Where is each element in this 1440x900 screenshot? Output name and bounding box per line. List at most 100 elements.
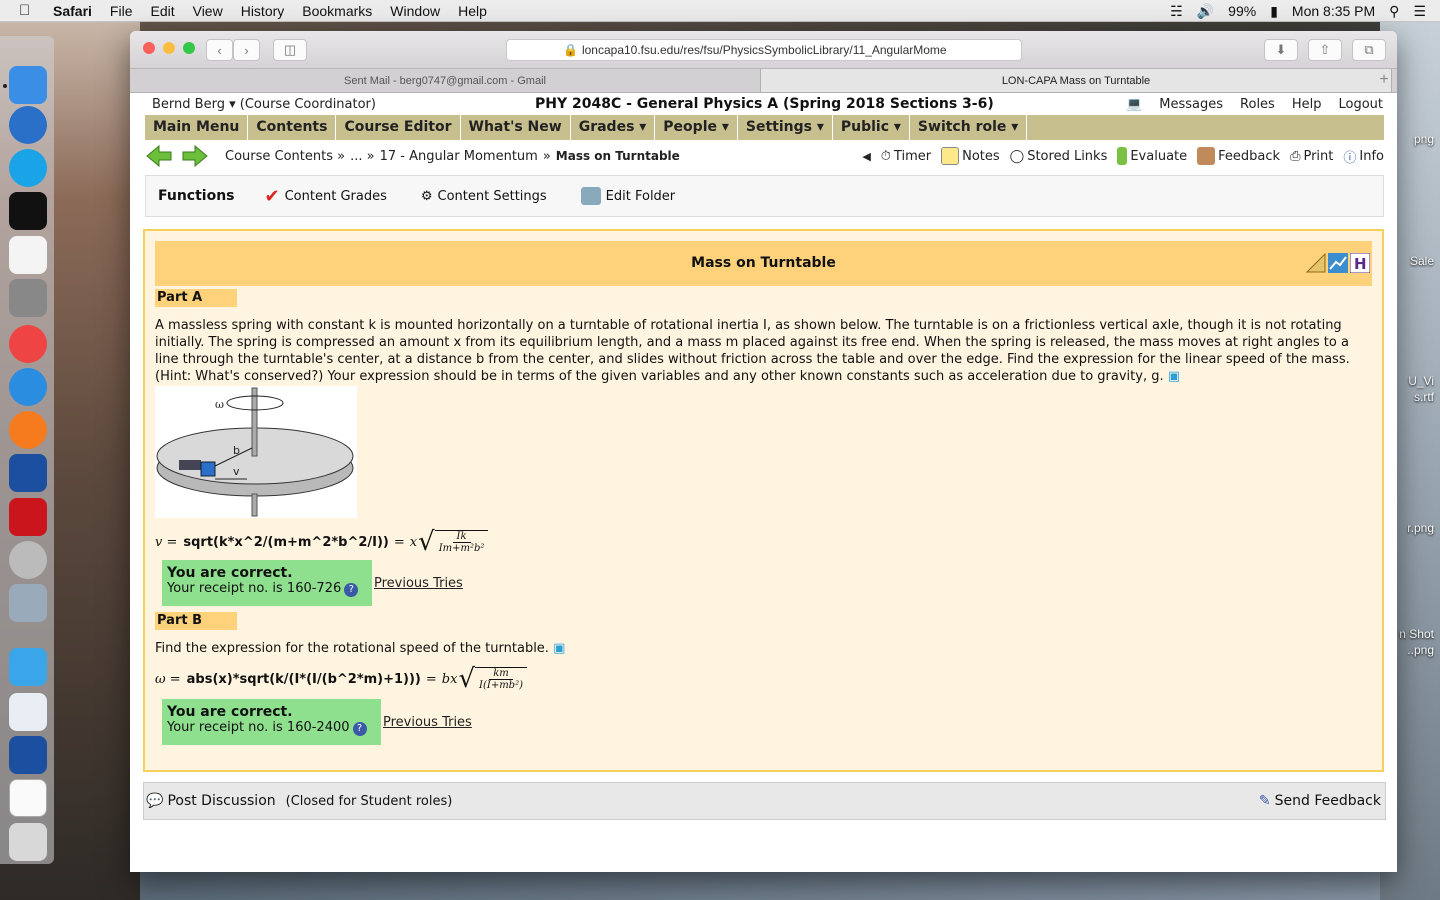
desktop-file-label[interactable]: n Shot [1399, 627, 1434, 641]
hint-h-icon[interactable]: H [1350, 253, 1370, 273]
menu-view[interactable]: View [193, 3, 223, 19]
battery-percent[interactable]: 99% [1228, 3, 1256, 19]
link-logout[interactable]: Logout [1338, 97, 1383, 112]
volume-icon[interactable]: 🔊 [1197, 3, 1214, 20]
chrome-icon[interactable] [9, 325, 47, 363]
minimize-window-button[interactable] [163, 42, 175, 54]
desktop-file-label[interactable]: s.rtf [1414, 390, 1434, 404]
address-bar[interactable]: 🔒 loncapa10.fsu.edu/res/fsu/PhysicsSymbo… [506, 39, 1022, 61]
back-button[interactable]: ‹ [206, 39, 233, 61]
wifi-icon[interactable]: ☵ [1170, 3, 1183, 20]
tool-timer[interactable]: ⏱ Timer [881, 149, 931, 164]
text-file-icon[interactable] [9, 779, 47, 817]
next-resource-arrow-icon[interactable] [181, 145, 209, 167]
forward-button[interactable]: › [233, 39, 260, 61]
menu-main-menu[interactable]: Main Menu [145, 115, 249, 140]
menu-edit[interactable]: Edit [150, 3, 174, 19]
safari-icon[interactable] [9, 368, 47, 406]
tabs-overview-button[interactable]: ⧉ [1352, 39, 1386, 61]
help-question-icon[interactable]: ? [344, 583, 359, 597]
link-help[interactable]: Help [1292, 97, 1322, 112]
send-feedback-link[interactable]: ✎ Send Feedback [1259, 793, 1381, 809]
collapse-triangle-icon[interactable]: ◀ [862, 150, 870, 163]
acrobat-icon[interactable] [9, 498, 47, 536]
spotlight-icon[interactable]: ⚲ [1389, 3, 1399, 20]
tool-print[interactable]: ⎙ Print [1290, 149, 1333, 164]
calendar-doc-icon[interactable] [9, 736, 47, 774]
post-discussion-link[interactable]: Post Discussion [167, 793, 275, 809]
menu-switch-role[interactable]: Switch role ▾ [910, 115, 1028, 140]
link-messages[interactable]: Messages [1159, 97, 1223, 112]
chart-icon[interactable] [1328, 253, 1348, 273]
tab-gmail[interactable]: Sent Mail - berg0747@gmail.com - Gmail [130, 69, 761, 92]
checkmark-icon: ✔ [264, 185, 280, 207]
tab-bar: Sent Mail - berg0747@gmail.com - Gmail L… [130, 69, 1397, 93]
clock[interactable]: Mon 8:35 PM [1292, 3, 1375, 19]
note-icon[interactable]: ▣ [1168, 369, 1180, 384]
close-window-button[interactable] [143, 42, 155, 54]
zoom-window-button[interactable] [183, 42, 195, 54]
menu-help[interactable]: Help [458, 3, 487, 19]
menu-public[interactable]: Public ▾ [833, 115, 910, 140]
preview-icon[interactable] [9, 584, 47, 622]
note-icon[interactable]: ▣ [553, 641, 565, 656]
menu-whats-new[interactable]: What's New [461, 115, 571, 140]
desktop-file-label[interactable]: r.png [1407, 521, 1434, 535]
menu-settings[interactable]: Settings ▾ [738, 115, 833, 140]
tool-stored-links[interactable]: ◯ Stored Links [1010, 149, 1108, 164]
menu-safari[interactable]: Safari [53, 3, 92, 19]
link-roles[interactable]: Roles [1240, 97, 1275, 112]
edit-folder-link[interactable]: Edit Folder [580, 187, 675, 205]
breadcrumb-folder[interactable]: 17 - Angular Momentum [380, 149, 538, 164]
share-button[interactable]: ⇧ [1308, 39, 1342, 61]
laptop-icon[interactable]: 💻 [1126, 97, 1142, 112]
help-question-icon[interactable]: ? [352, 722, 367, 736]
calculator-icon[interactable] [9, 279, 47, 317]
firefox-icon[interactable] [9, 411, 47, 449]
content-settings-link[interactable]: ⚙ Content Settings [421, 189, 547, 204]
tab-loncapa[interactable]: LON-CAPA Mass on Turntable [761, 69, 1392, 92]
menu-contents[interactable]: Contents [248, 115, 337, 140]
thunderbird-icon[interactable] [9, 106, 47, 144]
notification-center-icon[interactable]: ☰ [1413, 3, 1426, 20]
textedit-icon[interactable] [9, 236, 47, 274]
content-grades-link[interactable]: ✔ Content Grades [265, 186, 387, 207]
part-b-previous-tries[interactable]: Previous Tries [383, 715, 472, 730]
menu-history[interactable]: History [241, 3, 285, 19]
menu-bookmarks[interactable]: Bookmarks [302, 3, 372, 19]
user-menu[interactable]: Bernd Berg ▾ [152, 97, 236, 112]
breadcrumb-root[interactable]: Course Contents » [225, 149, 345, 164]
discussion-icon[interactable]: 💬 [146, 793, 163, 809]
tool-feedback[interactable]: Feedback [1197, 147, 1280, 165]
x11-icon[interactable] [9, 541, 47, 579]
tool-notes[interactable]: Notes [941, 147, 1000, 165]
tool-evaluate[interactable]: Evaluate [1117, 147, 1187, 165]
menu-window[interactable]: Window [390, 3, 440, 19]
previous-resource-arrow-icon[interactable] [145, 145, 173, 167]
new-tab-button[interactable]: + [1371, 69, 1397, 93]
folder-icon[interactable] [9, 648, 47, 686]
desktop-file-label[interactable]: ..png [1407, 643, 1434, 657]
document-icon[interactable] [9, 693, 47, 731]
ruler-icon[interactable] [1306, 253, 1326, 273]
menu-course-editor[interactable]: Course Editor [336, 115, 461, 140]
tool-info[interactable]: ⓘ Info [1343, 147, 1384, 166]
apple-icon[interactable]:  [19, 2, 37, 19]
trash-icon[interactable] [9, 823, 47, 861]
finder-icon[interactable] [9, 66, 47, 104]
calendar-app-icon[interactable] [9, 454, 47, 492]
desktop-file-label[interactable]: Sale [1410, 254, 1434, 268]
battery-icon[interactable]: ▮ [1270, 3, 1278, 20]
terminal-icon[interactable] [9, 192, 47, 230]
desktop-file-label[interactable]: png [1414, 132, 1434, 146]
menu-grades[interactable]: Grades ▾ [571, 115, 656, 140]
downloads-button[interactable]: ⬇ [1264, 39, 1298, 61]
breadcrumb-ellipsis[interactable]: ... » [350, 149, 374, 164]
menu-file[interactable]: File [110, 3, 133, 19]
desktop-file-label[interactable]: U_Vi [1408, 374, 1434, 388]
menu-people[interactable]: People ▾ [655, 115, 738, 140]
part-a-previous-tries[interactable]: Previous Tries [374, 576, 463, 591]
figure-label-omega: ω [215, 398, 224, 411]
sidebar-button[interactable]: ◫ [273, 39, 307, 61]
skype-icon[interactable] [9, 149, 47, 187]
